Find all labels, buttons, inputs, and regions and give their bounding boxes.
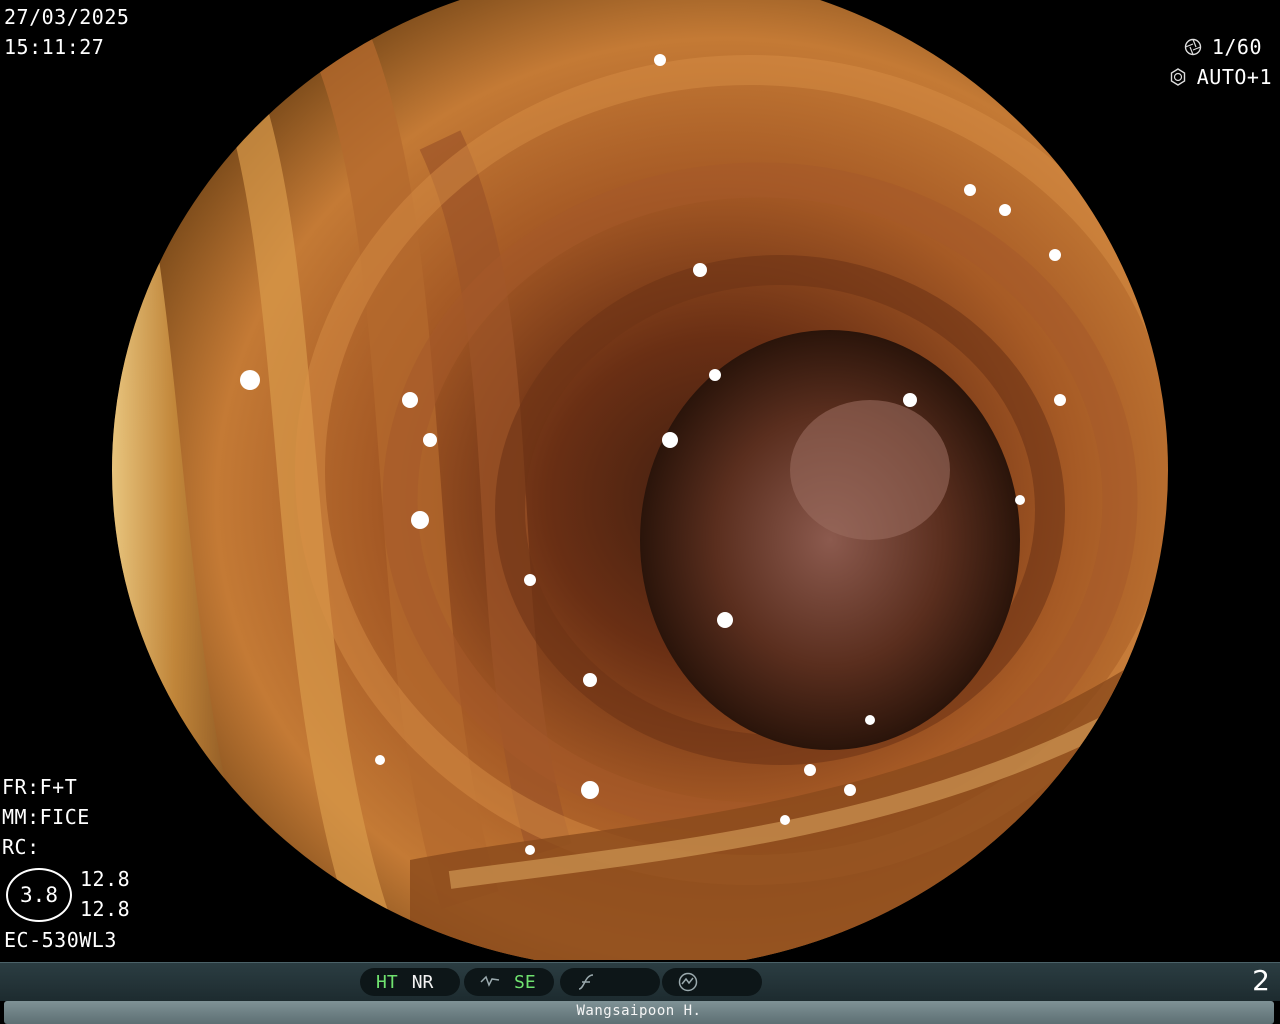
structure-enhance-group: SE — [464, 968, 554, 996]
nr-label: NR — [411, 971, 434, 993]
zoom-badge: 3.8 — [6, 868, 72, 922]
rc-setting: RC: — [2, 835, 40, 859]
mode-circle-group — [662, 968, 762, 996]
exposure-indicator: AUTO+1 — [1169, 62, 1272, 92]
aperture-icon — [1184, 38, 1202, 56]
shutter-speed-value: 1/60 — [1211, 35, 1262, 59]
setting-value-2: 12.8 — [80, 897, 131, 921]
zoom-value: 3.8 — [20, 883, 58, 907]
scope-model: EC-530WL3 — [4, 928, 117, 952]
status-bar: HT NR SE — [0, 962, 1280, 1001]
exam-time: 15:11:27 — [4, 35, 105, 59]
se-label: SE — [514, 971, 536, 993]
color-curve-icon — [578, 974, 594, 990]
exam-date: 27/03/2025 — [4, 5, 130, 29]
operator-name: Wangsaipoon H. — [576, 1003, 702, 1019]
structure-enhance-icon — [480, 975, 500, 987]
setting-value-1: 12.8 — [80, 867, 131, 891]
page-number: 2 — [1252, 964, 1270, 997]
endoscopy-image — [112, 0, 1168, 960]
shutter-speed-indicator: 1/60 — [1184, 32, 1262, 62]
color-curve-group — [560, 968, 660, 996]
exposure-value: AUTO+1 — [1196, 65, 1272, 89]
mode-circle-icon — [678, 972, 698, 992]
mode-setting: MM:FICE — [2, 805, 90, 829]
frame-setting: FR:F+T — [2, 775, 78, 799]
ht-label: HT — [376, 971, 398, 993]
ht-nr-group: HT NR — [360, 968, 460, 996]
iris-icon — [1170, 68, 1185, 86]
footer-bar: Wangsaipoon H. — [4, 1001, 1274, 1024]
